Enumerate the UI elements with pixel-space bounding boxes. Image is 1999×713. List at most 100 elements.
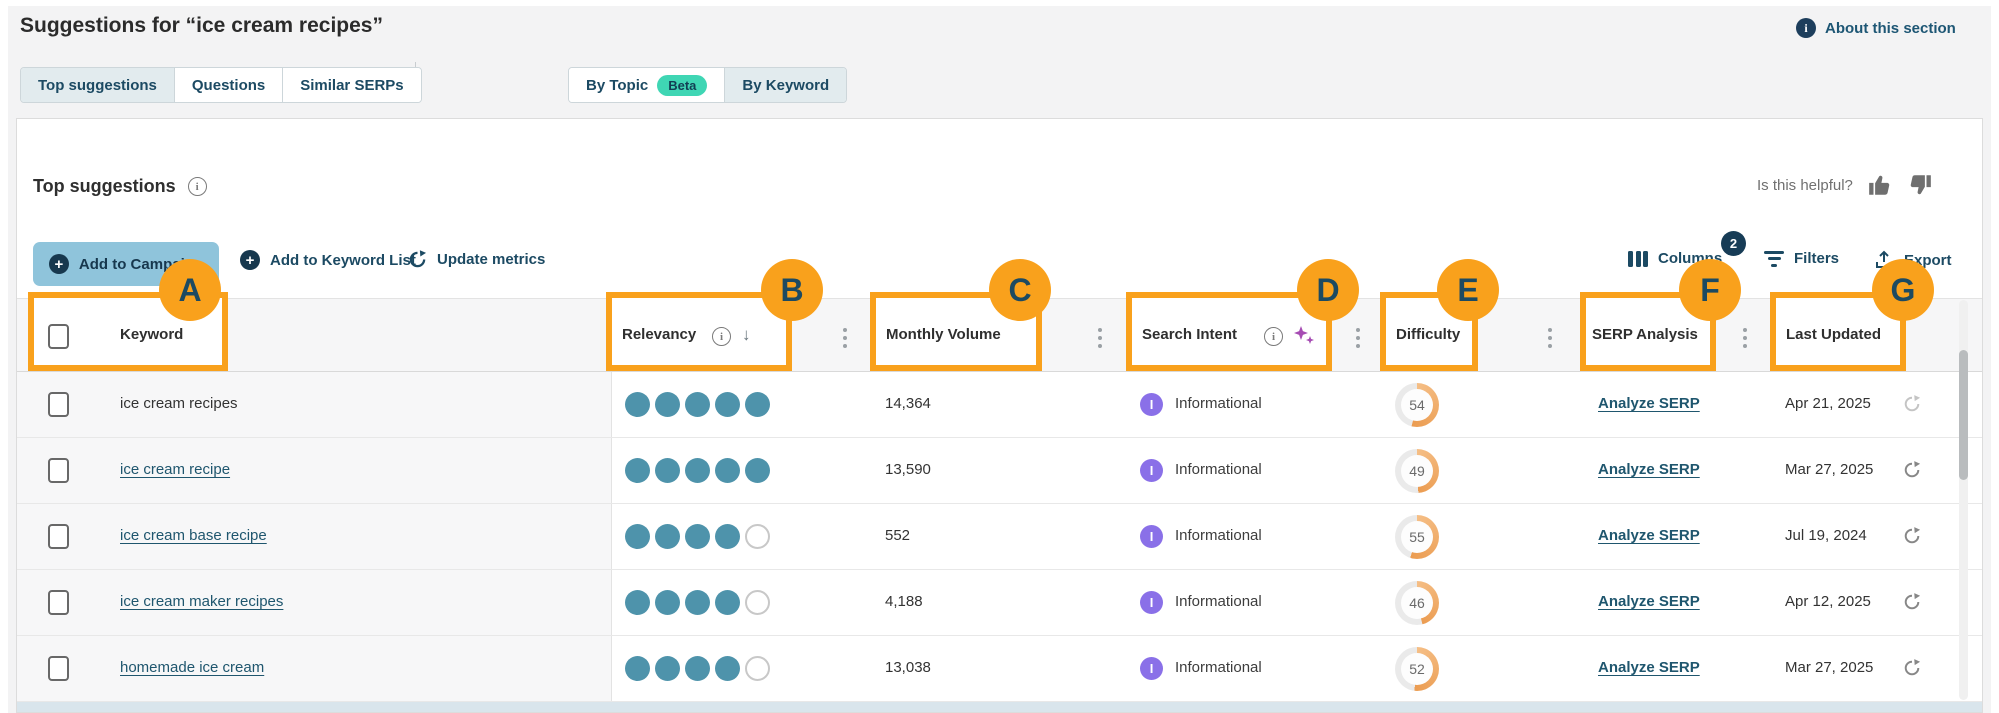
section-heading: Top suggestions i [33, 176, 207, 197]
monthly-volume-value: 13,038 [885, 659, 931, 676]
columns-icon [1628, 251, 1648, 267]
feedback-widget: Is this helpful? [1757, 172, 1933, 198]
tab-label: Top suggestions [38, 77, 157, 94]
intent-informational-icon: I [1140, 459, 1163, 482]
add-to-keyword-list-button[interactable]: + Add to Keyword List [240, 250, 416, 270]
table-body: ice cream recipes 14,364 I Informational… [17, 372, 1982, 702]
vertical-scrollbar-thumb[interactable] [1959, 350, 1968, 480]
filters-button[interactable]: Filters [1764, 250, 1839, 267]
tab-similar-serps[interactable]: Similar SERPs [283, 68, 420, 102]
update-metrics-label: Update metrics [437, 251, 545, 268]
row-checkbox[interactable] [48, 458, 69, 483]
search-intent-label: Informational [1175, 395, 1262, 412]
plus-icon: + [240, 250, 260, 270]
column-menu-icon[interactable] [1743, 328, 1747, 352]
sort-descending-icon[interactable]: ↓ [742, 325, 751, 345]
update-metrics-button[interactable]: Update metrics [408, 250, 545, 269]
relevancy-dot [715, 392, 740, 417]
difficulty-value: 55 [1401, 521, 1433, 553]
search-intent-label: Informational [1175, 659, 1262, 676]
keyword-cell[interactable]: ice cream maker recipes [120, 593, 283, 610]
monthly-volume-value: 552 [885, 527, 910, 544]
annotation-badge-a: A [159, 259, 221, 321]
select-all-checkbox[interactable] [48, 324, 69, 349]
about-this-section-label: About this section [1825, 20, 1956, 37]
refresh-icon[interactable] [1903, 593, 1921, 611]
keyword-cell[interactable]: ice cream recipes [120, 395, 238, 412]
relevancy-dot [685, 524, 710, 549]
annotation-badge-b: B [761, 259, 823, 321]
beta-badge: Beta [657, 75, 707, 96]
relevancy-dot [655, 590, 680, 615]
column-menu-icon[interactable] [1098, 328, 1102, 352]
column-menu-icon[interactable] [1548, 328, 1552, 352]
refresh-icon[interactable] [1903, 395, 1921, 413]
row-checkbox[interactable] [48, 392, 69, 417]
horizontal-scrollbar[interactable] [17, 702, 1982, 712]
add-to-keyword-list-label: Add to Keyword List [270, 252, 416, 269]
info-icon[interactable]: i [1264, 327, 1283, 346]
relevancy-dots [625, 392, 770, 417]
header-relevancy: Relevancy [622, 326, 696, 343]
table-row: ice cream base recipe 552 I Informationa… [17, 504, 1982, 570]
analyze-serp-link[interactable]: Analyze SERP [1598, 395, 1700, 412]
relevancy-dot [625, 590, 650, 615]
relevancy-dot [625, 656, 650, 681]
annotation-badge-d: D [1297, 259, 1359, 321]
column-menu-icon[interactable] [843, 328, 847, 352]
difficulty-ring: 55 [1395, 515, 1439, 559]
info-icon[interactable]: i [188, 177, 207, 196]
intent-informational-icon: I [1140, 657, 1163, 680]
annotation-badge-c: C [989, 259, 1051, 321]
last-updated-value: Apr 21, 2025 [1785, 395, 1871, 412]
relevancy-dot [745, 590, 770, 615]
keyword-cell[interactable]: homemade ice cream [120, 659, 264, 676]
relevancy-dot [685, 656, 710, 681]
refresh-icon[interactable] [1903, 527, 1921, 545]
last-updated-value: Mar 27, 2025 [1785, 659, 1873, 676]
table-row: ice cream maker recipes 4,188 I Informat… [17, 570, 1982, 636]
relevancy-dot [745, 458, 770, 483]
relevancy-dot [685, 458, 710, 483]
tab-questions[interactable]: Questions [175, 68, 283, 102]
secondary-tab-group: By Topic Beta By Keyword [568, 67, 847, 103]
header-search-intent: Search Intent [1142, 326, 1237, 343]
analyze-serp-link[interactable]: Analyze SERP [1598, 659, 1700, 676]
filter-icon [1764, 251, 1784, 267]
difficulty-value: 49 [1401, 455, 1433, 487]
table-row: ice cream recipe 13,590 I Informational … [17, 438, 1982, 504]
refresh-icon[interactable] [1903, 461, 1921, 479]
tab-by-keyword[interactable]: By Keyword [725, 68, 846, 102]
about-this-section-link[interactable]: i About this section [1796, 18, 1956, 38]
keyword-cell[interactable]: ice cream recipe [120, 461, 230, 478]
difficulty-value: 54 [1401, 389, 1433, 421]
column-menu-icon[interactable] [1356, 328, 1360, 352]
relevancy-dots [625, 656, 770, 681]
thumbs-up-icon[interactable] [1867, 172, 1893, 198]
intent-informational-icon: I [1140, 591, 1163, 614]
relevancy-dot [715, 656, 740, 681]
row-checkbox[interactable] [48, 590, 69, 615]
keyword-cell[interactable]: ice cream base recipe [120, 527, 267, 544]
relevancy-dots [625, 590, 770, 615]
refresh-icon[interactable] [1903, 659, 1921, 677]
row-checkbox[interactable] [48, 656, 69, 681]
analyze-serp-link[interactable]: Analyze SERP [1598, 461, 1700, 478]
relevancy-dot [655, 458, 680, 483]
relevancy-dot [715, 524, 740, 549]
tab-by-topic[interactable]: By Topic Beta [569, 68, 725, 102]
tab-top-suggestions[interactable]: Top suggestions [21, 68, 175, 102]
keyword-column-background [17, 504, 612, 569]
row-checkbox[interactable] [48, 524, 69, 549]
relevancy-dot [625, 392, 650, 417]
info-icon[interactable]: i [712, 327, 731, 346]
keyword-column-background [17, 438, 612, 503]
table-row: ice cream recipes 14,364 I Informational… [17, 372, 1982, 438]
analyze-serp-link[interactable]: Analyze SERP [1598, 593, 1700, 610]
intent-informational-icon: I [1140, 525, 1163, 548]
search-intent-label: Informational [1175, 527, 1262, 544]
last-updated-value: Mar 27, 2025 [1785, 461, 1873, 478]
analyze-serp-link[interactable]: Analyze SERP [1598, 527, 1700, 544]
thumbs-down-icon[interactable] [1907, 172, 1933, 198]
relevancy-dot [685, 590, 710, 615]
